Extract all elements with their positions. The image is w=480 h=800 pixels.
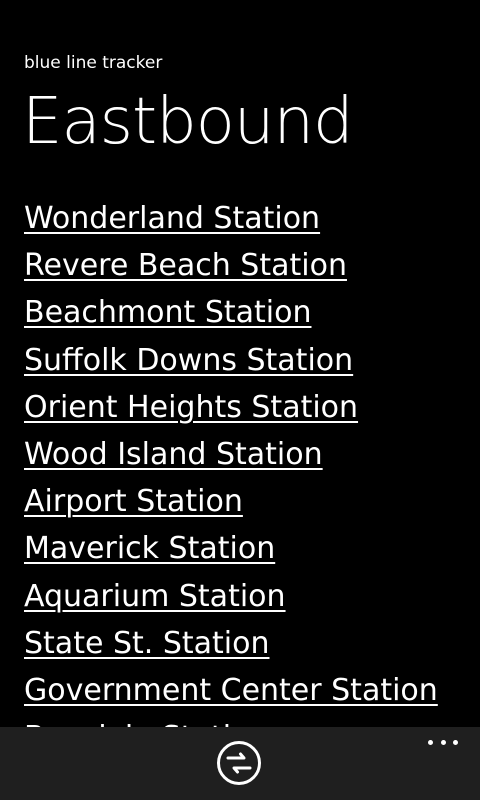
switch-direction-button[interactable] (216, 740, 262, 786)
station-link[interactable]: Maverick Station (24, 525, 480, 572)
page-title: Eastbound (22, 85, 354, 159)
station-link[interactable]: Suffolk Downs Station (24, 337, 480, 384)
station-link[interactable]: Orient Heights Station (24, 384, 480, 431)
station-list: Wonderland Station Revere Beach Station … (24, 195, 480, 727)
app-bar (0, 727, 480, 800)
station-link[interactable]: State St. Station (24, 620, 480, 667)
more-icon-dot (440, 739, 446, 745)
app-title: blue line tracker (24, 53, 163, 73)
station-link[interactable]: Wonderland Station (24, 195, 480, 242)
more-icon-dot (428, 739, 433, 745)
switch-direction-icon (217, 741, 261, 785)
station-link[interactable]: Airport Station (24, 478, 480, 525)
station-link[interactable]: Beachmont Station (24, 289, 480, 336)
more-button[interactable] (428, 733, 458, 751)
station-link[interactable]: Aquarium Station (24, 573, 480, 620)
station-link[interactable]: Bowdoin Station (24, 714, 480, 727)
station-link[interactable]: Wood Island Station (24, 431, 480, 478)
more-icon-dot (453, 739, 458, 745)
station-link[interactable]: Revere Beach Station (24, 242, 480, 289)
station-link[interactable]: Government Center Station (24, 667, 480, 714)
